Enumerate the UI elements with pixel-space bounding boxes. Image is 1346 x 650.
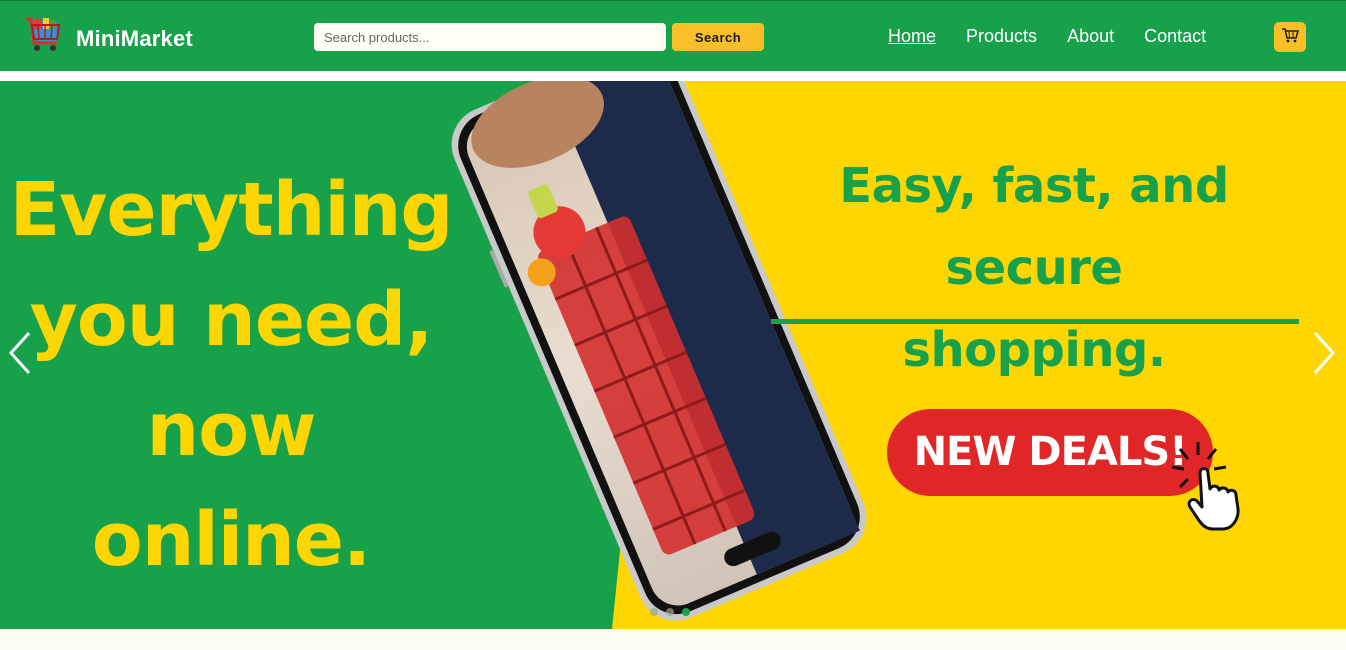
tagline-line: Easy, fast, and secure [839, 158, 1229, 296]
chevron-right-icon [1311, 330, 1337, 381]
hero-tagline: Easy, fast, and secure shopping. [760, 145, 1308, 391]
page-content-area [0, 629, 1346, 650]
pointer-hand-icon [1168, 437, 1258, 537]
brand[interactable]: MiniMarket [24, 15, 193, 62]
search-form: Search [314, 23, 764, 51]
nav-contact-link[interactable]: Contact [1144, 26, 1206, 47]
carousel-next-button[interactable] [1306, 329, 1342, 381]
carousel-dot-1[interactable] [650, 608, 658, 616]
carousel-indicators [650, 608, 690, 616]
nav-products-link[interactable]: Products [966, 26, 1037, 47]
search-button[interactable]: Search [672, 23, 764, 51]
chevron-left-icon [7, 330, 33, 381]
search-input[interactable] [314, 23, 666, 51]
headline-line: you need, [29, 277, 434, 363]
navbar: MiniMarket Search Home Products About Co… [0, 0, 1346, 71]
cart-icon [1281, 27, 1300, 48]
carousel-prev-button[interactable] [2, 329, 38, 381]
header-separator [0, 71, 1346, 81]
hero-headline: Everything you need, now online. [0, 155, 462, 595]
carousel-dot-3[interactable] [682, 608, 690, 616]
new-deals-button[interactable]: NEW DEALS! [887, 409, 1213, 496]
cart-button[interactable] [1274, 22, 1306, 52]
logo-cart-icon [24, 15, 64, 62]
headline-line: now online. [91, 387, 371, 583]
nav-about-link[interactable]: About [1067, 26, 1114, 47]
headline-line: Everything [9, 167, 454, 253]
tagline-divider [771, 319, 1299, 324]
carousel-dot-2[interactable] [666, 608, 674, 616]
nav-home-link[interactable]: Home [888, 26, 936, 47]
main-nav: Home Products About Contact [888, 26, 1206, 47]
brand-name: MiniMarket [76, 25, 193, 51]
hero-carousel: Everything you need, now online. Easy, f… [0, 81, 1346, 629]
